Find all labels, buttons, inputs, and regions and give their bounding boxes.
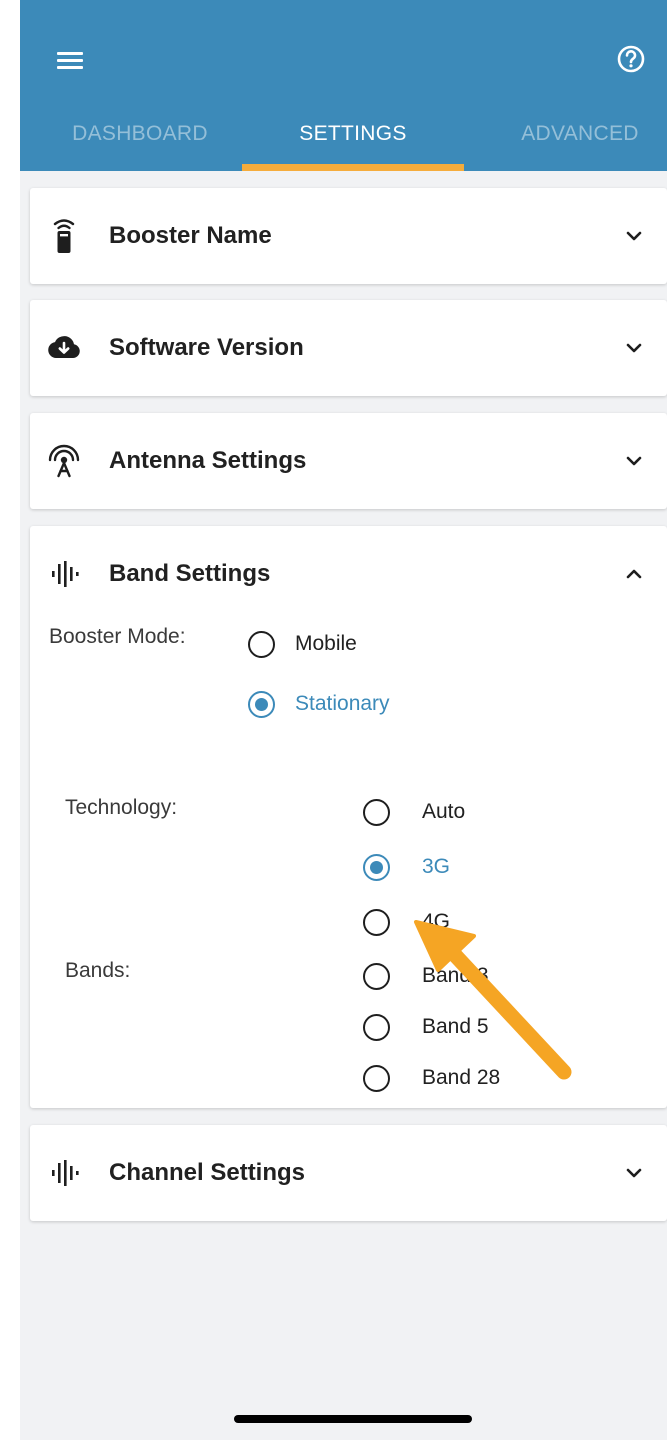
antenna-settings-card: Antenna Settings bbox=[30, 413, 667, 509]
booster-device-icon bbox=[53, 219, 75, 253]
signal-bars-icon bbox=[52, 1160, 79, 1186]
radio-mode-stationary[interactable]: Stationary bbox=[248, 684, 390, 724]
radio-tech-4g[interactable]: 4G bbox=[363, 902, 450, 942]
radio-label: Band 28 bbox=[422, 1066, 501, 1089]
software-version-card: Software Version bbox=[30, 300, 667, 396]
antenna-icon bbox=[48, 444, 80, 478]
radio-band-3[interactable]: Band 3 bbox=[363, 956, 489, 996]
signal-bars-icon bbox=[52, 561, 79, 587]
booster-mode-label: Booster Mode: bbox=[49, 625, 186, 648]
radio-tech-3g[interactable]: 3G bbox=[363, 847, 450, 887]
band-settings-title: Band Settings bbox=[109, 560, 271, 587]
tab-bar: DASHBOARD SETTINGS ADVANCED bbox=[20, 100, 667, 171]
chevron-down-icon[interactable] bbox=[626, 342, 642, 354]
radio-label: Auto bbox=[422, 800, 466, 823]
software-version-title: Software Version bbox=[109, 334, 304, 361]
radio-circle bbox=[363, 1064, 390, 1092]
help-circle-icon[interactable] bbox=[616, 44, 646, 74]
active-tab-indicator bbox=[242, 164, 464, 171]
chevron-down-icon[interactable] bbox=[626, 230, 642, 242]
chevron-up-icon[interactable] bbox=[626, 568, 642, 580]
software-version-header[interactable]: Software Version bbox=[30, 300, 667, 396]
cloud-download-icon bbox=[48, 336, 80, 358]
chevron-down-icon[interactable] bbox=[626, 455, 642, 467]
channel-settings-title: Channel Settings bbox=[109, 1159, 306, 1186]
radio-band-28[interactable]: Band 28 bbox=[363, 1058, 500, 1098]
radio-circle bbox=[363, 853, 390, 881]
booster-name-card: Booster Name bbox=[30, 188, 667, 284]
band-settings-header[interactable]: Band Settings bbox=[30, 526, 667, 622]
radio-mode-mobile[interactable]: Mobile bbox=[248, 624, 357, 664]
radio-label: Stationary bbox=[295, 692, 390, 715]
radio-label: 4G bbox=[422, 910, 451, 933]
booster-name-header[interactable]: Booster Name bbox=[30, 188, 667, 284]
radio-circle bbox=[363, 1013, 390, 1041]
tab-dashboard[interactable]: DASHBOARD bbox=[40, 100, 240, 171]
menu-icon[interactable] bbox=[57, 48, 85, 72]
radio-label: Band 3 bbox=[422, 964, 489, 987]
radio-label: Mobile bbox=[295, 632, 357, 655]
bands-label: Bands: bbox=[65, 959, 131, 982]
tab-settings[interactable]: SETTINGS bbox=[242, 100, 464, 171]
radio-circle bbox=[248, 630, 275, 658]
radio-band-5[interactable]: Band 5 bbox=[363, 1007, 489, 1047]
radio-tech-auto[interactable]: Auto bbox=[363, 792, 465, 832]
chevron-down-icon[interactable] bbox=[626, 1167, 642, 1179]
tab-advanced[interactable]: ADVANCED bbox=[495, 100, 665, 171]
band-settings-card: Band Settings Booster Mode: Mobile Stati… bbox=[30, 526, 667, 1108]
antenna-settings-header[interactable]: Antenna Settings bbox=[30, 413, 667, 509]
radio-circle bbox=[248, 690, 275, 718]
channel-settings-header[interactable]: Channel Settings bbox=[30, 1125, 667, 1221]
channel-settings-card: Channel Settings bbox=[30, 1125, 667, 1221]
booster-name-title: Booster Name bbox=[109, 222, 272, 249]
radio-label: Band 5 bbox=[422, 1015, 489, 1038]
technology-label: Technology: bbox=[65, 796, 178, 819]
radio-circle bbox=[363, 962, 390, 990]
app-bar: DASHBOARD SETTINGS ADVANCED bbox=[20, 0, 667, 171]
radio-label: 3G bbox=[422, 855, 451, 878]
radio-circle bbox=[363, 798, 390, 826]
home-indicator bbox=[234, 1415, 472, 1423]
radio-circle bbox=[363, 908, 390, 936]
app-screen: DASHBOARD SETTINGS ADVANCED Booster Name bbox=[20, 0, 667, 1440]
antenna-settings-title: Antenna Settings bbox=[109, 447, 307, 474]
